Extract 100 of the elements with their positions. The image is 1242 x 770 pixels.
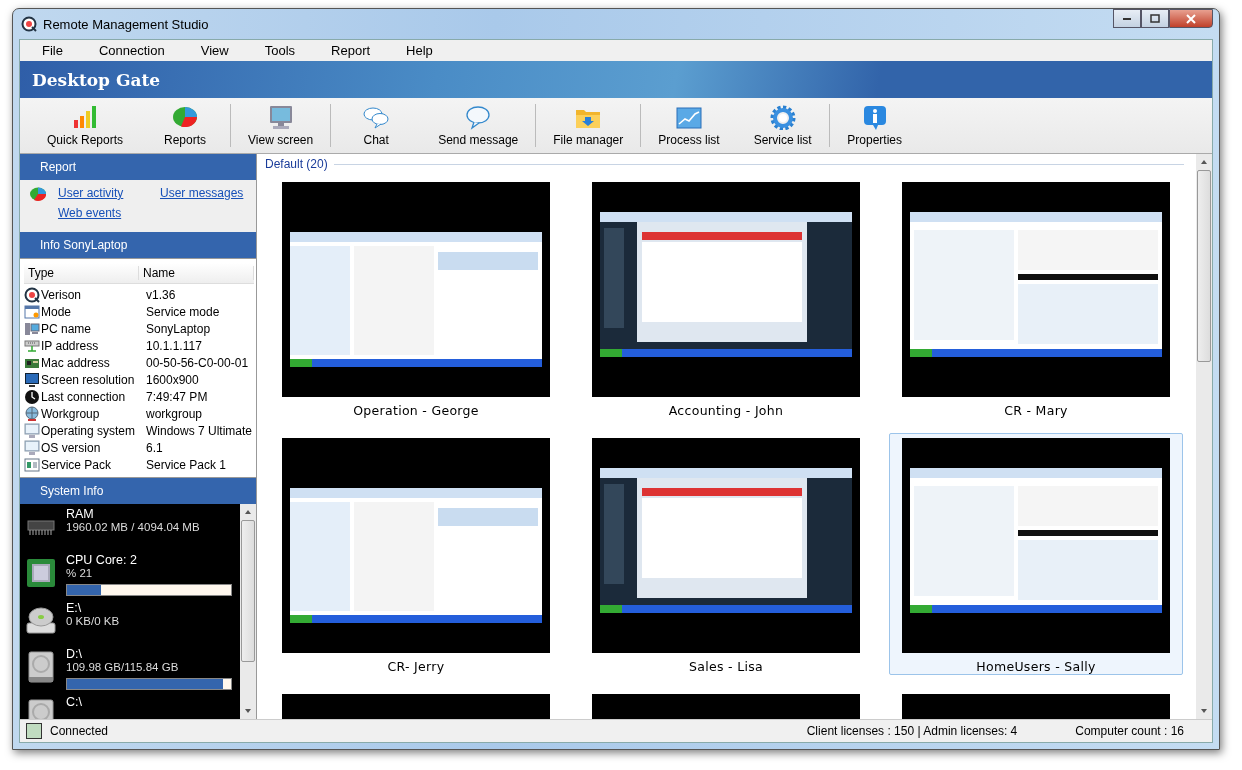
toolbar-button[interactable]: View screen — [236, 98, 326, 153]
table-cell: OS version — [41, 440, 101, 455]
computer-card[interactable]: Accounting - John — [579, 177, 873, 419]
app-title: Desktop Gate — [32, 69, 161, 90]
table-cell: Service Pack 1 — [146, 457, 227, 472]
status-indicator-icon — [26, 723, 42, 739]
minimize-icon — [1123, 17, 1131, 20]
scroll-down-icon — [244, 708, 252, 714]
table-cell: SonyLaptop — [146, 321, 211, 336]
table-cell: Verison — [41, 287, 82, 302]
toolbar-button[interactable]: Service list — [741, 98, 824, 153]
computer-icon — [24, 320, 40, 337]
table-cell: Service Pack — [41, 457, 112, 472]
table-cell: Service mode — [146, 304, 220, 319]
menu-item[interactable]: Report — [321, 43, 383, 58]
computer-count: Computer count : 16 — [1075, 724, 1184, 738]
menu-item[interactable]: File — [32, 43, 75, 58]
report-link[interactable]: Web events — [58, 206, 158, 220]
monitor-icon — [24, 439, 40, 456]
table-cell: Windows 7 Ultimate — [146, 423, 253, 438]
item-title: RAM — [66, 507, 95, 521]
close-button[interactable] — [1169, 9, 1213, 28]
column-header[interactable]: Type — [24, 266, 139, 280]
scroll-bar[interactable] — [240, 504, 256, 719]
chat-icon — [362, 104, 391, 130]
toolbar-button[interactable]: Reports — [145, 98, 226, 153]
settings-icon — [768, 104, 797, 130]
report-link[interactable]: User activity — [58, 186, 158, 200]
clock-icon — [24, 388, 40, 405]
computer-name: HomeUsers - Sally — [976, 659, 1096, 674]
menu-item[interactable]: Help — [396, 43, 445, 58]
report-link[interactable]: User messages — [160, 186, 244, 200]
window-icon — [24, 456, 40, 473]
scroll-thumb[interactable] — [1197, 170, 1211, 362]
item-title: CPU Core: 2 — [66, 553, 138, 567]
license-info: Client licenses : 150 | Admin licenses: 4 — [806, 724, 1018, 738]
maximize-button[interactable] — [1141, 9, 1169, 28]
table-cell: 6.1 — [146, 440, 163, 455]
network-icon — [24, 337, 40, 354]
item-title: C:\ — [66, 695, 83, 709]
toolbar-button[interactable]: Quick Reports — [35, 98, 136, 153]
table-cell: PC name — [41, 321, 92, 336]
monitor-icon — [24, 371, 40, 388]
window-title: Remote Management Studio — [43, 16, 209, 32]
app-logo-icon — [21, 16, 37, 32]
computer-name: Operation - George — [353, 403, 479, 418]
item-detail: % 21 — [66, 567, 94, 579]
pie-chart-icon — [28, 186, 48, 202]
close-icon — [1186, 13, 1196, 24]
panel-title: Info SonyLaptop — [20, 232, 256, 258]
window-icon — [24, 303, 40, 320]
menu-item[interactable]: View — [190, 43, 241, 58]
bar-chart-icon — [71, 104, 99, 130]
scroll-up-icon — [244, 509, 252, 515]
speech-bubble-icon — [464, 104, 493, 130]
table-cell: 00-50-56-C0-00-01 — [146, 355, 249, 370]
toolbar-button[interactable]: File manager — [541, 98, 636, 153]
computer-card[interactable]: HomeUsers - Sally — [889, 433, 1183, 675]
computer-card[interactable]: CR - Mary — [889, 177, 1183, 419]
panel-title: Report — [20, 154, 256, 180]
status-text: Connected — [50, 724, 109, 738]
computer-name: CR- Jerry — [387, 659, 445, 674]
table-cell: workgroup — [146, 406, 203, 421]
panel-title: System Info — [20, 478, 256, 504]
app-logo-icon — [24, 286, 40, 303]
table-cell: Last connection — [41, 389, 126, 404]
maximize-icon — [1150, 13, 1160, 24]
computer-name: CR - Mary — [1004, 403, 1068, 418]
table-cell: Screen resolution — [41, 372, 135, 387]
table-cell: 10.1.1.117 — [146, 338, 202, 353]
computer-card[interactable]: CR- Jerry — [269, 433, 563, 675]
toolbar-button[interactable]: Process list — [646, 98, 732, 153]
column-header[interactable]: Name — [139, 266, 254, 280]
table-cell: 1600x900 — [146, 372, 199, 387]
minimize-button[interactable] — [1113, 9, 1141, 28]
table-cell: v1.36 — [146, 287, 176, 302]
toolbar-button[interactable]: Chat — [336, 98, 417, 153]
globe-icon — [24, 405, 40, 422]
item-detail: 0 KB/0 KB — [66, 615, 121, 627]
item-title: D:\ — [66, 647, 83, 661]
computer-name: Accounting - John — [668, 403, 784, 418]
table-cell: 7:49:47 PM — [146, 389, 208, 404]
table-cell: Mode — [41, 304, 72, 319]
toolbar-button[interactable]: Send message — [426, 98, 531, 153]
scroll-thumb[interactable] — [241, 520, 255, 662]
menu-item[interactable]: Tools — [254, 43, 308, 58]
menu-item[interactable]: Connection — [88, 43, 177, 58]
item-title: E:\ — [66, 601, 83, 615]
line-graph-icon — [674, 104, 703, 130]
table-cell: IP address — [41, 338, 99, 353]
computer-card[interactable]: Sales - Lisa — [579, 433, 873, 675]
toolbar-button[interactable]: Properties — [834, 98, 915, 153]
item-detail: 1960.02 MB / 4094.04 MB — [66, 521, 201, 533]
computer-name: Sales - Lisa — [689, 659, 763, 674]
computer-card[interactable]: Operation - George — [269, 177, 563, 419]
scroll-bar[interactable] — [1196, 154, 1212, 719]
table-cell: Mac address — [41, 355, 110, 370]
table-cell: Workgroup — [41, 406, 100, 421]
item-detail: 109.98 GB/115.84 GB — [66, 661, 180, 673]
table-cell: Operating system — [41, 423, 136, 438]
